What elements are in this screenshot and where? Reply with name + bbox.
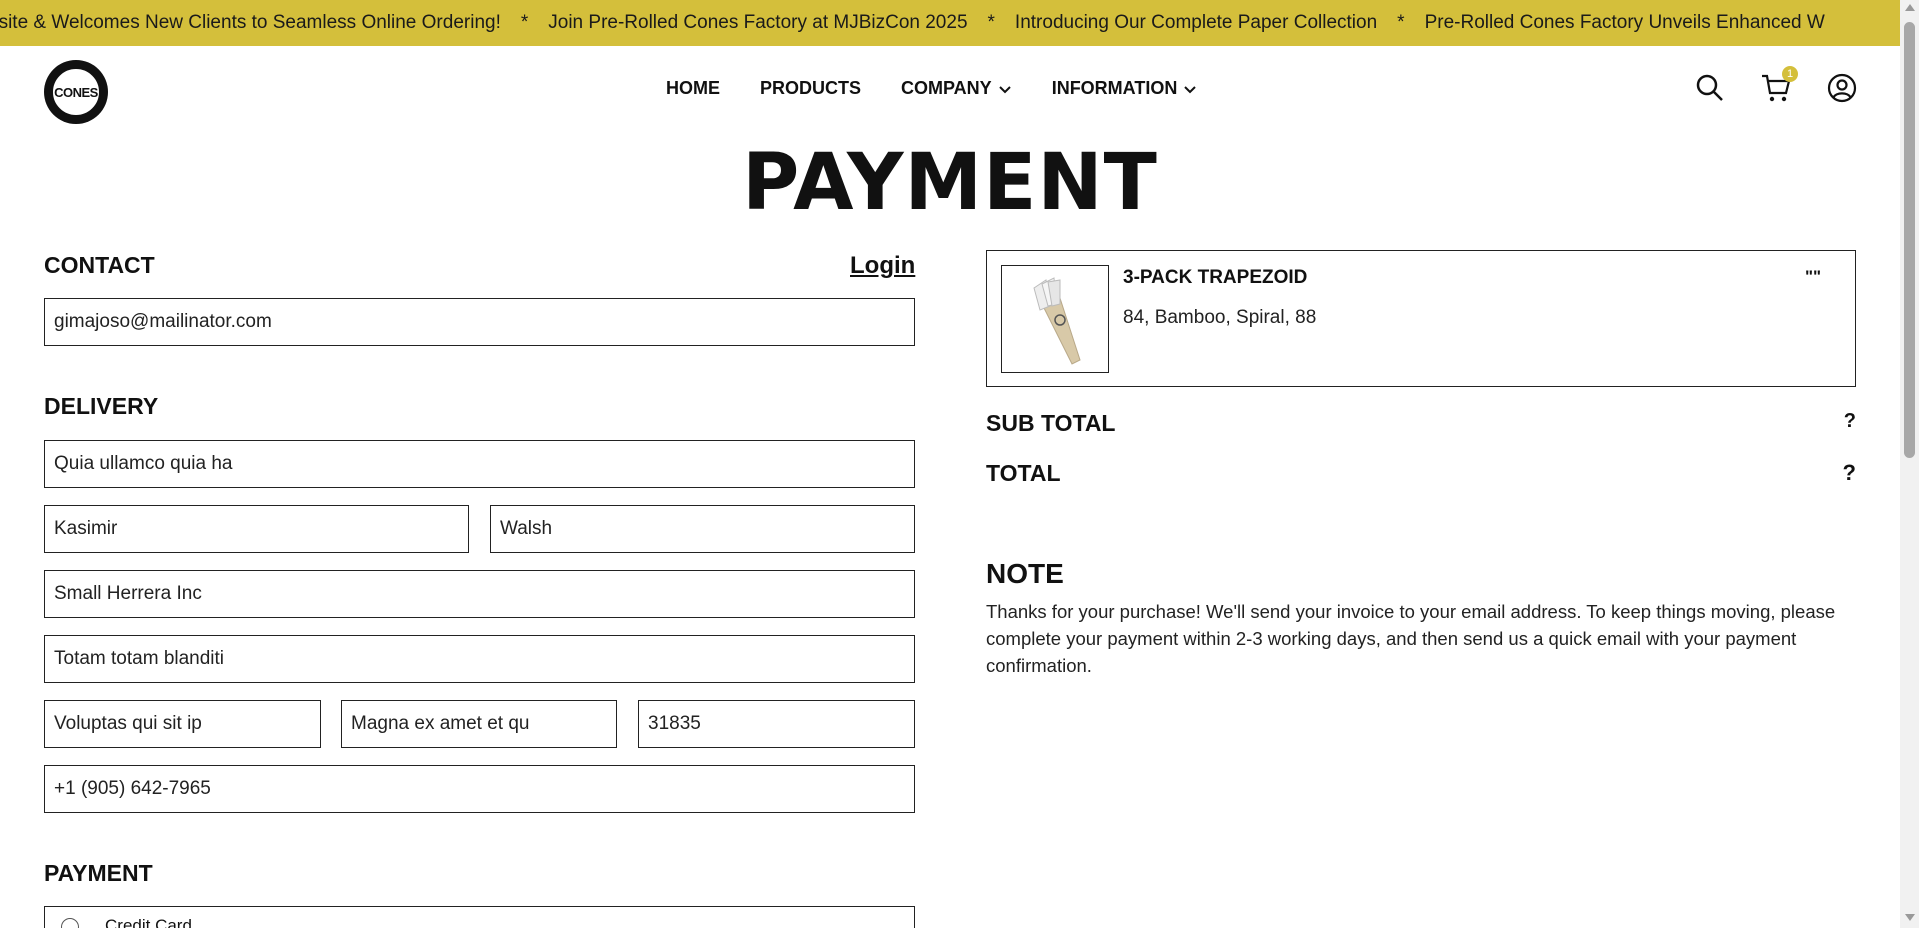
nav-information[interactable]: INFORMATION bbox=[1052, 78, 1198, 99]
account-icon bbox=[1827, 73, 1857, 103]
search-icon bbox=[1696, 74, 1723, 101]
email-field[interactable]: gimajoso@mailinator.com bbox=[44, 298, 915, 346]
marquee-separator: * bbox=[1397, 12, 1405, 33]
product-variant: 84, Bamboo, Spiral, 88 bbox=[1123, 307, 1317, 328]
product-quantity: "" bbox=[1805, 267, 1822, 286]
payment-option-credit-card[interactable]: Credit Card bbox=[44, 906, 915, 928]
nav-company-label: COMPANY bbox=[901, 78, 992, 98]
payment-heading: PAYMENT bbox=[44, 860, 153, 886]
cart-button[interactable]: 1 bbox=[1760, 66, 1798, 104]
company-field[interactable]: Small Herrera Inc bbox=[44, 570, 915, 618]
subtotal-label: SUB TOTAL bbox=[986, 410, 1116, 436]
marquee-item: osite & Welcomes New Clients to Seamless… bbox=[0, 12, 501, 33]
marquee-track: osite & Welcomes New Clients to Seamless… bbox=[0, 12, 1825, 34]
total-row: TOTAL ? bbox=[986, 460, 1856, 487]
login-link[interactable]: Login bbox=[850, 252, 915, 280]
last-name-field[interactable]: Walsh bbox=[490, 505, 915, 553]
first-name-field[interactable]: Kasimir bbox=[44, 505, 469, 553]
zip-field[interactable]: 31835 bbox=[638, 700, 915, 748]
credit-card-radio[interactable] bbox=[61, 918, 79, 928]
site-logo[interactable]: CONES bbox=[44, 60, 108, 124]
nav-company[interactable]: COMPANY bbox=[901, 78, 1012, 99]
nav-products-label: PRODUCTS bbox=[760, 78, 862, 98]
main-nav: HOME PRODUCTS COMPANY INFORMATION bbox=[666, 78, 1197, 99]
phone-field[interactable]: +1 (905) 642-7965 bbox=[44, 765, 915, 813]
cone-product-icon bbox=[1033, 277, 1081, 365]
credit-card-label: Credit Card bbox=[105, 916, 192, 928]
account-button[interactable] bbox=[1826, 72, 1858, 104]
country-field[interactable]: Quia ullamco quia ha bbox=[44, 440, 915, 488]
logo-text: CONES bbox=[54, 84, 98, 100]
logo-emblem: CONES bbox=[51, 67, 101, 117]
product-name: 3-PACK TRAPEZOID bbox=[1123, 267, 1308, 288]
cart-item: 3-PACK TRAPEZOID 84, Bamboo, Spiral, 88 … bbox=[986, 250, 1856, 387]
page-scrollbar[interactable] bbox=[1900, 0, 1919, 928]
nav-home-label: HOME bbox=[666, 78, 720, 98]
marquee-item[interactable]: Introducing Our Complete Paper Collectio… bbox=[1015, 12, 1377, 34]
cart-count-badge: 1 bbox=[1782, 66, 1798, 82]
header-actions: 1 bbox=[1694, 66, 1858, 104]
site-header: CONES HOME PRODUCTS COMPANY INFORMATION … bbox=[0, 46, 1900, 138]
total-label: TOTAL bbox=[986, 460, 1061, 486]
delivery-heading: DELIVERY bbox=[44, 393, 159, 419]
page-title: PAYMENT bbox=[742, 138, 1158, 228]
scrollbar-thumb[interactable] bbox=[1904, 22, 1915, 458]
state-field[interactable]: Magna ex amet et qu bbox=[341, 700, 617, 748]
note-heading: NOTE bbox=[986, 558, 1064, 589]
subtotal-row: SUB TOTAL ? bbox=[986, 410, 1856, 437]
scroll-up-arrow-icon[interactable] bbox=[1905, 4, 1915, 11]
product-image bbox=[1001, 265, 1109, 373]
subtotal-value: ? bbox=[1843, 410, 1856, 432]
nav-information-label: INFORMATION bbox=[1051, 78, 1178, 98]
note-text: Thanks for your purchase! We'll send you… bbox=[986, 601, 1836, 676]
nav-home[interactable]: HOME bbox=[666, 78, 720, 99]
announcement-marquee: osite & Welcomes New Clients to Seamless… bbox=[0, 0, 1900, 46]
chevron-down-icon bbox=[998, 85, 1011, 93]
address-field[interactable]: Totam totam blanditi bbox=[44, 635, 915, 683]
marquee-separator: * bbox=[520, 12, 529, 33]
search-button[interactable] bbox=[1694, 72, 1726, 104]
total-value: ? bbox=[1842, 460, 1856, 485]
scroll-down-arrow-icon[interactable] bbox=[1905, 914, 1915, 921]
marquee-separator: * bbox=[987, 12, 995, 33]
nav-products[interactable]: PRODUCTS bbox=[760, 78, 861, 99]
city-field[interactable]: Voluptas qui sit ip bbox=[44, 700, 321, 748]
contact-heading: CONTACT bbox=[44, 252, 155, 278]
marquee-item[interactable]: Join Pre-Rolled Cones Factory at MJBizCo… bbox=[548, 12, 967, 34]
marquee-item[interactable]: Pre-Rolled Cones Factory Unveils Enhance… bbox=[1425, 12, 1825, 34]
chevron-down-icon bbox=[1184, 85, 1197, 93]
